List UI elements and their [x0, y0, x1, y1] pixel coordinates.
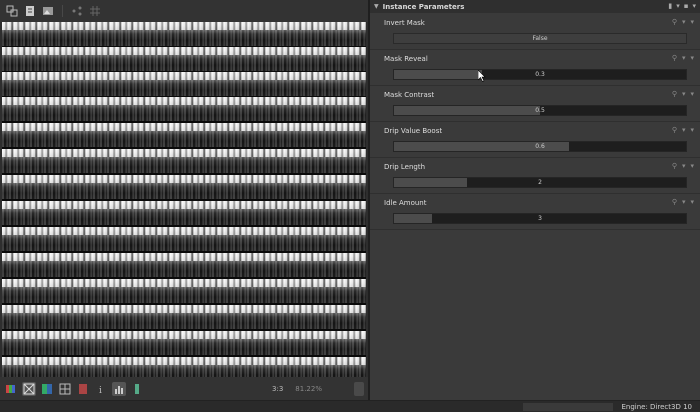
- dropdown-icon[interactable]: ▾: [682, 90, 686, 98]
- mask-reveal-slider[interactable]: 0.3: [393, 69, 687, 80]
- link-icon[interactable]: ⚲: [672, 126, 677, 134]
- status-bar: Engine: Direct3D 10: [0, 400, 700, 412]
- param-mask-reveal: Mask Reveal ⚲ ▾ ▾ 0.3: [370, 50, 700, 86]
- param-label: Idle Amount: [384, 199, 427, 207]
- pin-icon[interactable]: [354, 381, 364, 396]
- slider-value: 0.3: [535, 71, 545, 78]
- transparency-icon[interactable]: [22, 381, 36, 396]
- viewer-bottom-toolbar: i 3:3 81.22%: [0, 377, 368, 400]
- histogram-icon[interactable]: [112, 381, 126, 396]
- link-icon[interactable]: ⚲: [672, 54, 677, 62]
- svg-text:i: i: [99, 386, 102, 395]
- slider-value: 2: [538, 179, 542, 186]
- dropdown-icon[interactable]: ▾: [676, 2, 680, 10]
- param-label: Invert Mask: [384, 19, 425, 27]
- mask-contrast-slider[interactable]: 0.5: [393, 105, 687, 116]
- drip-value-boost-slider[interactable]: 0.6: [393, 141, 687, 152]
- dropdown-icon[interactable]: ▾: [682, 54, 686, 62]
- color-icon[interactable]: [130, 382, 144, 396]
- engine-label: Engine: Direct3D 10: [621, 403, 692, 411]
- bookmark-icon[interactable]: [76, 382, 90, 396]
- edit-icon[interactable]: [23, 4, 37, 18]
- param-idle-amount: Idle Amount ⚲ ▾ ▾ 3: [370, 194, 700, 230]
- param-label: Drip Length: [384, 163, 426, 171]
- params-title: Instance Parameters: [382, 2, 465, 11]
- link-icon[interactable]: ⚲: [672, 18, 677, 26]
- grid-icon[interactable]: [88, 4, 102, 18]
- menu-icon[interactable]: ▾: [690, 90, 694, 98]
- dropdown-icon[interactable]: ▾: [682, 126, 686, 134]
- idle-amount-slider[interactable]: 3: [393, 213, 687, 224]
- dropdown-icon[interactable]: ▾: [682, 198, 686, 206]
- link-icon[interactable]: ⚲: [672, 198, 677, 206]
- menu-icon[interactable]: ▾: [692, 2, 696, 10]
- param-invert-mask: Invert Mask ⚲ ▾ ▾ False: [370, 14, 700, 50]
- dropdown-icon[interactable]: ▾: [682, 18, 686, 26]
- param-label: Mask Reveal: [384, 55, 428, 63]
- menu-icon[interactable]: ▾: [690, 126, 694, 134]
- param-drip-length: Drip Length ⚲ ▾ ▾ 2: [370, 158, 700, 194]
- info-icon[interactable]: i: [94, 382, 108, 396]
- link-icon[interactable]: ⚲: [672, 90, 677, 98]
- slider-value: 0.5: [535, 107, 545, 114]
- params-header[interactable]: ▼ Instance Parameters ▮ ▾ ▪ ▾: [370, 0, 700, 13]
- texture-preview-canvas[interactable]: [2, 22, 366, 377]
- dropdown-icon[interactable]: ▾: [682, 162, 686, 170]
- menu-icon[interactable]: ▾: [690, 198, 694, 206]
- image-icon[interactable]: [41, 4, 55, 18]
- node-icon[interactable]: [5, 4, 19, 18]
- toolbar-divider: [62, 5, 63, 17]
- menu-icon[interactable]: ▾: [690, 162, 694, 170]
- app-window: i 3:3 81.22% ▼ Instance Parameters ▮ ▾ ▪: [0, 0, 700, 412]
- param-label: Mask Contrast: [384, 91, 435, 99]
- collapse-icon[interactable]: ▼: [374, 3, 379, 10]
- param-drip-value-boost: Drip Value Boost ⚲ ▾ ▾ 0.6: [370, 122, 700, 158]
- slider-value: 0.6: [535, 143, 545, 150]
- param-mask-contrast: Mask Contrast ⚲ ▾ ▾ 0.5: [370, 86, 700, 122]
- share-icon[interactable]: [70, 4, 84, 18]
- menu-icon[interactable]: ▾: [690, 54, 694, 62]
- zoom-label: 3:3: [272, 384, 284, 393]
- parameters-panel: ▼ Instance Parameters ▮ ▾ ▪ ▾ Invert Mas…: [370, 0, 700, 400]
- channels-icon[interactable]: [4, 382, 18, 396]
- slider-value: 3: [538, 215, 542, 222]
- invert-mask-toggle[interactable]: False: [393, 33, 687, 44]
- param-label: Drip Value Boost: [384, 127, 443, 135]
- tiling-icon[interactable]: [58, 382, 72, 396]
- menu-icon[interactable]: ▾: [690, 18, 694, 26]
- link-icon[interactable]: ⚲: [672, 162, 677, 170]
- copy-icon[interactable]: ▮: [668, 2, 672, 10]
- viewer-toolbar: [0, 0, 368, 22]
- resolution-label: 81.22%: [295, 384, 322, 393]
- 2d-view-panel: i 3:3 81.22%: [0, 0, 368, 400]
- status-progress-field: [523, 403, 613, 411]
- mouse-cursor-icon: [478, 70, 486, 82]
- rgb-icon[interactable]: [40, 382, 54, 396]
- drip-length-slider[interactable]: 2: [393, 177, 687, 188]
- options-icon[interactable]: ▪: [684, 2, 689, 10]
